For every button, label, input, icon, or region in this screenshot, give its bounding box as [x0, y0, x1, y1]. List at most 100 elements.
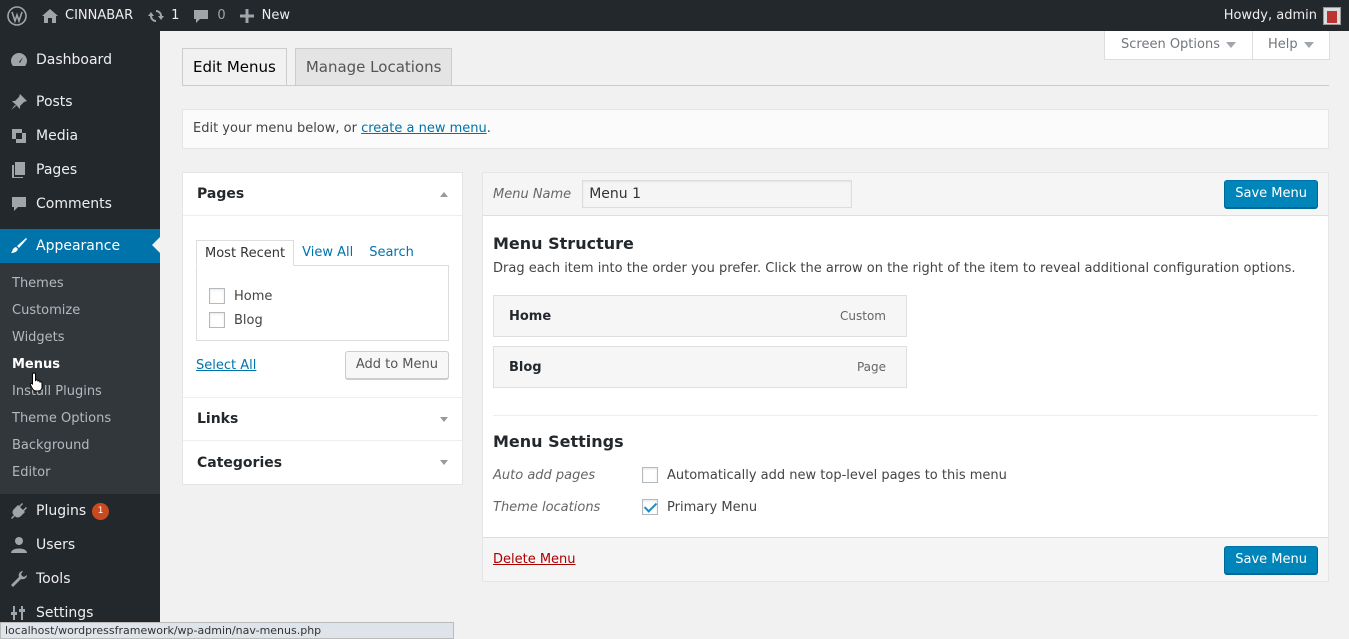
plus-icon — [239, 8, 254, 23]
sidebar-item-label: Comments — [36, 196, 112, 212]
divider — [493, 415, 1318, 416]
plugin-icon — [8, 501, 30, 521]
settings-icon — [8, 603, 30, 623]
tab-manage-locations[interactable]: Manage Locations — [294, 48, 453, 86]
menu-name-input[interactable]: Menu 1 — [582, 180, 853, 208]
notice-text: Edit your menu below, or — [193, 121, 362, 136]
page-home-checkbox[interactable] — [209, 288, 225, 304]
browser-status-url: localhost/wordpressframework/wp-admin/na… — [0, 622, 454, 639]
brush-icon — [8, 236, 30, 256]
sidebar-item-tools[interactable]: Tools — [0, 562, 160, 596]
sidebar-item-label: Media — [36, 128, 79, 144]
create-new-menu-link[interactable]: create a new menu — [361, 121, 487, 136]
tab-edit-menus[interactable]: Edit Menus — [182, 48, 287, 86]
wrench-icon — [8, 569, 30, 589]
submenu-customize[interactable]: Customize — [0, 297, 160, 324]
sidebar-item-posts[interactable]: Posts — [0, 85, 160, 119]
page-blog-checkbox[interactable] — [209, 312, 225, 328]
media-icon — [8, 126, 30, 146]
help-button[interactable]: Help — [1252, 31, 1330, 60]
pages-section-title: Pages — [197, 186, 245, 202]
comments-link[interactable]: 0 — [186, 0, 232, 31]
appearance-submenu: Themes Customize Widgets Menus Install P… — [0, 263, 160, 494]
sidebar-item-dashboard[interactable]: Dashboard — [0, 43, 160, 77]
sidebar-item-label: Dashboard — [36, 52, 112, 68]
sidebar-item-users[interactable]: Users — [0, 528, 160, 562]
primary-menu-checkbox[interactable] — [642, 499, 658, 515]
submenu-editor[interactable]: Editor — [0, 459, 160, 486]
screen-options-button[interactable]: Screen Options — [1104, 31, 1253, 60]
menu-footer: Delete Menu Save Menu — [483, 537, 1328, 581]
menu-edit-panel: Menu Name Menu 1 Save Menu Menu Structur… — [482, 172, 1329, 582]
submenu-install-plugins[interactable]: Install Plugins — [0, 378, 160, 405]
save-menu-button[interactable]: Save Menu — [1224, 180, 1318, 208]
sidebar-item-plugins[interactable]: Plugins 1 — [0, 494, 160, 528]
menu-item-type: Custom — [840, 309, 886, 323]
menu-item-home[interactable]: Home Custom — [493, 295, 907, 337]
menu-item-blog[interactable]: Blog Page — [493, 346, 907, 388]
comments-count: 0 — [217, 8, 226, 23]
pages-tabs: Most Recent View All Search — [196, 240, 449, 266]
submenu-background[interactable]: Background — [0, 432, 160, 459]
screen-options-label: Screen Options — [1121, 37, 1220, 52]
page-label: Home — [234, 288, 273, 304]
site-name-link[interactable]: CINNABAR — [34, 0, 140, 31]
notice-end: . — [486, 121, 491, 136]
new-content-link[interactable]: New — [233, 0, 297, 31]
dashboard-icon — [8, 50, 30, 70]
users-icon — [8, 535, 30, 555]
my-account-link[interactable]: Howdy, admin — [1217, 0, 1349, 31]
tab-most-recent[interactable]: Most Recent — [196, 240, 295, 266]
tab-view-all[interactable]: View All — [294, 240, 361, 266]
sidebar-item-pages[interactable]: Pages — [0, 153, 160, 187]
sidebar-item-comments[interactable]: Comments — [0, 187, 160, 221]
sidebar-item-label: Users — [36, 537, 76, 553]
categories-section-header[interactable]: Categories — [183, 441, 462, 484]
add-to-menu-button[interactable]: Add to Menu — [344, 351, 449, 379]
submenu-widgets[interactable]: Widgets — [0, 324, 160, 351]
links-section-title: Links — [197, 411, 239, 427]
submenu-theme-options[interactable]: Theme Options — [0, 405, 160, 432]
refresh-icon — [147, 7, 165, 25]
hand-cursor-icon — [29, 372, 44, 392]
plugins-update-badge: 1 — [92, 502, 110, 520]
page-label: Blog — [234, 312, 263, 328]
pin-icon — [8, 92, 30, 112]
wordpress-logo-icon[interactable] — [0, 0, 34, 31]
links-section-header[interactable]: Links — [183, 398, 462, 441]
pages-actions: Select All Add to Menu — [196, 351, 449, 379]
sidebar-item-label: Pages — [36, 162, 78, 178]
pages-section-header[interactable]: Pages — [183, 173, 462, 216]
comment-icon — [8, 194, 30, 214]
menu-structure-title: Menu Structure — [493, 234, 634, 253]
save-menu-button-bottom[interactable]: Save Menu — [1224, 545, 1318, 574]
submenu-themes[interactable]: Themes — [0, 270, 160, 297]
tabs-divider — [182, 85, 1329, 86]
list-item: Home — [209, 284, 436, 308]
sidebar-item-label: Posts — [36, 94, 73, 110]
delete-menu-link[interactable]: Delete Menu — [493, 552, 576, 567]
primary-menu-text: Primary Menu — [667, 499, 758, 515]
arrow-down-icon — [440, 416, 448, 422]
tab-search[interactable]: Search — [361, 240, 422, 266]
home-icon — [41, 8, 59, 24]
menu-structure-desc: Drag each item into the order you prefer… — [493, 261, 1296, 276]
sidebar-item-media[interactable]: Media — [0, 119, 160, 153]
menu-name-label: Menu Name — [493, 186, 572, 202]
updates-link[interactable]: 1 — [140, 0, 186, 31]
help-label: Help — [1268, 37, 1298, 52]
auto-add-label: Auto add pages — [493, 467, 596, 483]
select-all-link[interactable]: Select All — [196, 358, 256, 373]
sidebar-item-label: Settings — [36, 605, 94, 621]
menu-item-type: Page — [856, 360, 886, 374]
sidebar-item-label: Plugins — [36, 503, 87, 519]
auto-add-row: Auto add pages Automatically add new top… — [493, 459, 1318, 491]
sidebar-item-appearance[interactable]: Appearance — [0, 229, 160, 263]
updates-count: 1 — [171, 8, 180, 23]
categories-section-title: Categories — [197, 454, 283, 471]
submenu-menus[interactable]: Menus — [0, 351, 160, 378]
sidebar-item-label: Appearance — [36, 238, 121, 254]
nav-tabs: Edit Menus Manage Locations — [182, 48, 460, 86]
menu-body: Menu Structure Drag each item into the o… — [483, 234, 1328, 523]
auto-add-checkbox[interactable] — [642, 467, 658, 483]
